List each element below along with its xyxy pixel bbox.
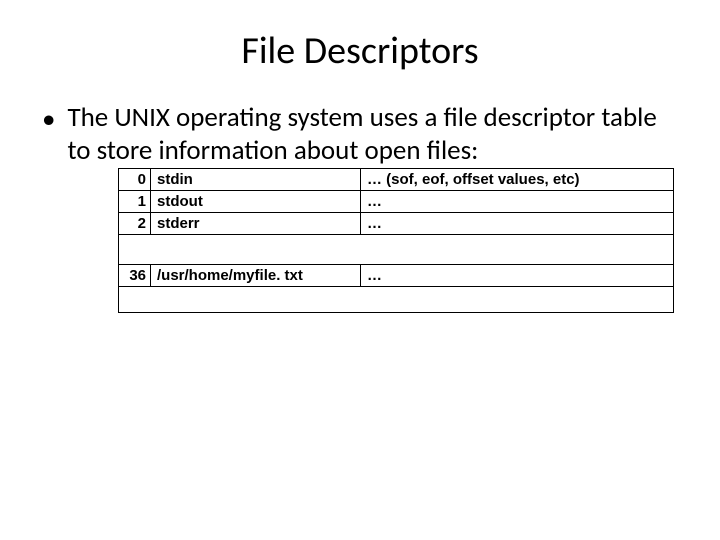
fd-number: 0: [119, 168, 151, 190]
fd-name: stdout: [151, 190, 361, 212]
bullet-marker: •: [42, 104, 55, 137]
table-row: 0 stdin … (sof, eof, offset values, etc): [119, 168, 674, 190]
fd-name: stdin: [151, 168, 361, 190]
table-gap-row: [119, 234, 674, 264]
page-title: File Descriptors: [40, 28, 680, 74]
fd-info: …: [361, 212, 674, 234]
fd-info: … (sof, eof, offset values, etc): [361, 168, 674, 190]
gap-cell: [119, 234, 674, 264]
table-row: 36 /usr/home/myfile. txt …: [119, 264, 674, 286]
fd-table-wrap: 0 stdin … (sof, eof, offset values, etc)…: [118, 168, 680, 313]
table-row: 1 stdout …: [119, 190, 674, 212]
fd-number: 2: [119, 212, 151, 234]
bullet-text: The UNIX operating system uses a file de…: [67, 102, 680, 168]
fd-number: 36: [119, 264, 151, 286]
fd-info: …: [361, 264, 674, 286]
tail-cell: [119, 286, 674, 312]
fd-table: 0 stdin … (sof, eof, offset values, etc)…: [118, 168, 674, 313]
table-row: 2 stderr …: [119, 212, 674, 234]
fd-name: stderr: [151, 212, 361, 234]
bullet-item: • The UNIX operating system uses a file …: [40, 102, 680, 168]
fd-number: 1: [119, 190, 151, 212]
slide: File Descriptors • The UNIX operating sy…: [0, 0, 720, 540]
fd-info: …: [361, 190, 674, 212]
table-tail-row: [119, 286, 674, 312]
fd-name: /usr/home/myfile. txt: [151, 264, 361, 286]
